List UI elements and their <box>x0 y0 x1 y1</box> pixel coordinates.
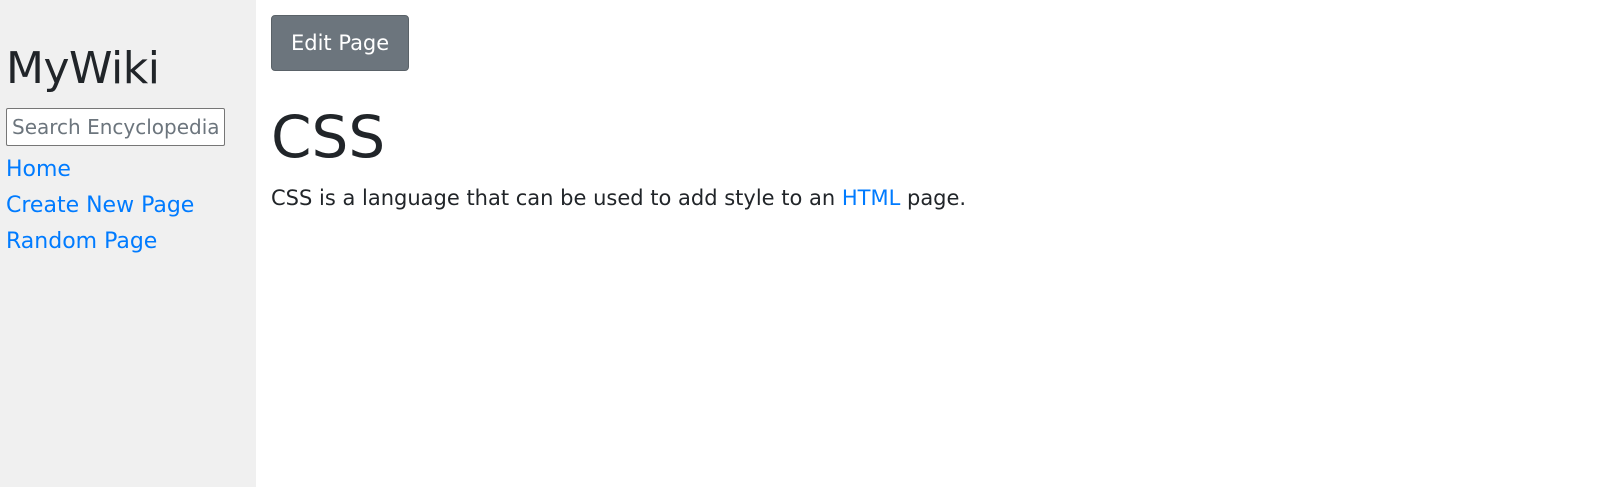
nav-link-create-new-page[interactable]: Create New Page <box>6 188 250 224</box>
sidebar: MyWiki Home Create New Page Random Page <box>0 0 256 487</box>
body-text-after-link: page. <box>900 186 967 210</box>
search-input[interactable] <box>6 108 225 146</box>
app-root: MyWiki Home Create New Page Random Page … <box>0 0 1623 487</box>
page-title: CSS <box>271 103 386 171</box>
page-body: CSS is a language that can be used to ad… <box>271 181 1623 215</box>
nav-link-home[interactable]: Home <box>6 152 250 188</box>
html-page-link[interactable]: HTML <box>842 186 900 210</box>
edit-page-button[interactable]: Edit Page <box>271 15 410 71</box>
body-text-before-link: CSS is a language that can be used to ad… <box>271 186 842 210</box>
sidebar-nav: Home Create New Page Random Page <box>6 152 250 260</box>
main-content: Edit Page CSS CSS is a language that can… <box>256 0 1623 487</box>
site-title: MyWiki <box>6 43 160 94</box>
nav-link-random-page[interactable]: Random Page <box>6 224 250 260</box>
